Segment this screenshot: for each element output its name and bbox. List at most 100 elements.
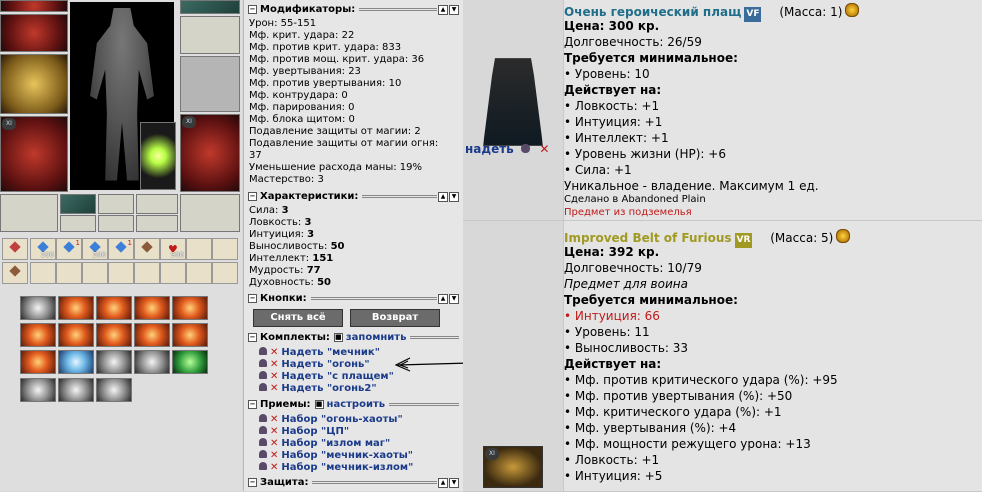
delete-icon[interactable]: ✕ (270, 359, 278, 370)
spell-13[interactable] (96, 350, 132, 374)
pin-icon[interactable]: ■ (333, 333, 343, 342)
sets-remember-link[interactable]: запомнить (346, 332, 407, 343)
trick-set-item[interactable]: ✕ Набор "излом маг" (259, 438, 390, 450)
collapse-icon[interactable]: − (248, 478, 257, 487)
spell-10[interactable] (172, 323, 208, 347)
spell-8[interactable] (96, 323, 132, 347)
scroll-10[interactable] (2, 262, 28, 284)
scroll-12[interactable] (56, 262, 82, 284)
spell-18[interactable] (96, 378, 132, 402)
amulet-slot[interactable] (0, 14, 68, 52)
spell-7[interactable] (58, 323, 94, 347)
spell-15[interactable] (172, 350, 208, 374)
weapon-slot[interactable] (0, 54, 68, 114)
scroll-18[interactable] (212, 262, 238, 284)
scroll-13[interactable] (82, 262, 108, 284)
defense-header[interactable]: − Защита: ▲ ▼ (248, 477, 459, 488)
pin-icon[interactable]: ■ (314, 400, 324, 409)
spell-3[interactable] (96, 296, 132, 320)
scroll-4[interactable]: 500 (82, 238, 108, 260)
undress-all-button[interactable]: Снять всё (253, 309, 343, 327)
down-arrow-icon[interactable]: ▼ (449, 477, 459, 488)
spell-4[interactable] (134, 296, 170, 320)
belt-icon[interactable]: XI (483, 446, 543, 488)
slot-empty-2[interactable] (98, 215, 134, 232)
trick-set-item[interactable]: ✕ Набор "огонь-хаоты" (259, 414, 403, 426)
up-arrow-icon[interactable]: ▲ (438, 293, 448, 304)
set-item[interactable]: ✕ Надеть "огонь2" (259, 383, 377, 395)
spell-1[interactable] (20, 296, 56, 320)
boots-slot[interactable] (180, 194, 240, 232)
collapse-icon[interactable]: − (248, 294, 257, 303)
tricks-header[interactable]: − Приемы: ■ настроить (248, 399, 459, 410)
delete-icon[interactable]: ✕ (270, 383, 278, 394)
scroll-3[interactable]: 1 (56, 238, 82, 260)
spell-2[interactable] (58, 296, 94, 320)
set-item[interactable]: ✕ Надеть "мечник" (259, 347, 380, 359)
up-arrow-icon[interactable]: ▲ (438, 477, 448, 488)
up-arrow-icon[interactable]: ▲ (438, 4, 448, 15)
spell-5[interactable] (172, 296, 208, 320)
characteristics-header[interactable]: − Характеристики: ▲ ▼ (248, 191, 459, 202)
delete-icon[interactable]: ✕ (270, 347, 278, 358)
helmet-slot[interactable] (0, 0, 68, 12)
sets-header[interactable]: − Комплекты: ■ запомнить (248, 332, 459, 343)
scroll-15[interactable] (134, 262, 160, 284)
delete-icon[interactable]: ✕ (539, 142, 549, 156)
return-button[interactable]: Возврат (350, 309, 440, 327)
collapse-icon[interactable]: − (248, 5, 257, 14)
spell-12[interactable] (58, 350, 94, 374)
delete-icon[interactable]: ✕ (270, 462, 278, 473)
ring-slot-2[interactable] (60, 194, 96, 214)
scroll-14[interactable] (108, 262, 134, 284)
spell-11[interactable] (20, 350, 56, 374)
set-item[interactable]: ✕ Надеть "с плащем" (259, 371, 394, 383)
scroll-9[interactable] (212, 238, 238, 260)
set-item[interactable]: ✕ Надеть "огонь" (259, 359, 370, 371)
scroll-5[interactable]: 1 (108, 238, 134, 260)
scroll-16[interactable] (160, 262, 186, 284)
spell-16[interactable] (20, 378, 56, 402)
up-arrow-icon[interactable]: ▲ (438, 191, 448, 202)
scroll-8[interactable] (186, 238, 212, 260)
ring-slot-3[interactable] (98, 194, 134, 214)
sword-slot[interactable] (180, 56, 240, 112)
scroll-11[interactable] (30, 262, 56, 284)
delete-icon[interactable]: ✕ (270, 414, 278, 425)
gloves-slot[interactable] (180, 16, 240, 54)
collapse-icon[interactable]: − (248, 400, 257, 409)
earring-slot[interactable] (180, 0, 240, 14)
scroll-1[interactable] (2, 238, 28, 260)
slot-empty-3[interactable] (136, 215, 178, 232)
buttons-header[interactable]: − Кнопки: ▲ ▼ (248, 293, 459, 304)
scroll-7[interactable]: ♥ 900 (160, 238, 186, 260)
delete-icon[interactable]: ✕ (270, 371, 278, 382)
armor-slot[interactable]: XI (0, 116, 68, 192)
scroll-6[interactable] (134, 238, 160, 260)
spell-9[interactable] (134, 323, 170, 347)
trick-set-item[interactable]: ✕ Набор "мечник-хаоты" (259, 450, 413, 462)
spell-6[interactable] (20, 323, 56, 347)
down-arrow-icon[interactable]: ▼ (449, 191, 459, 202)
delete-icon[interactable]: ✕ (270, 426, 278, 437)
cloak-icon[interactable] (483, 58, 543, 146)
spell-14[interactable] (134, 350, 170, 374)
modifiers-header[interactable]: − Модификаторы: ▲ ▼ (248, 4, 459, 15)
tricks-configure-link[interactable]: настроить (327, 399, 386, 410)
delete-icon[interactable]: ✕ (270, 438, 278, 449)
collapse-icon[interactable]: − (248, 333, 257, 342)
collapse-icon[interactable]: − (248, 192, 257, 201)
slot-empty-1[interactable] (60, 215, 96, 232)
ring-slot-1[interactable] (0, 194, 58, 232)
trick-set-item[interactable]: ✕ Набор "ЦП" (259, 426, 349, 438)
ring-slot-4[interactable] (136, 194, 178, 214)
spell-17[interactable] (58, 378, 94, 402)
pants-slot[interactable]: XI (180, 114, 240, 192)
scroll-17[interactable] (186, 262, 212, 284)
down-arrow-icon[interactable]: ▼ (449, 293, 459, 304)
trick-set-item[interactable]: ✕ Набор "мечник-излом" (259, 462, 413, 474)
item-name[interactable]: Очень героический плащ (564, 5, 741, 19)
magic-orb-slot[interactable] (140, 122, 176, 190)
down-arrow-icon[interactable]: ▼ (449, 4, 459, 15)
scroll-2[interactable]: 500 (30, 238, 56, 260)
